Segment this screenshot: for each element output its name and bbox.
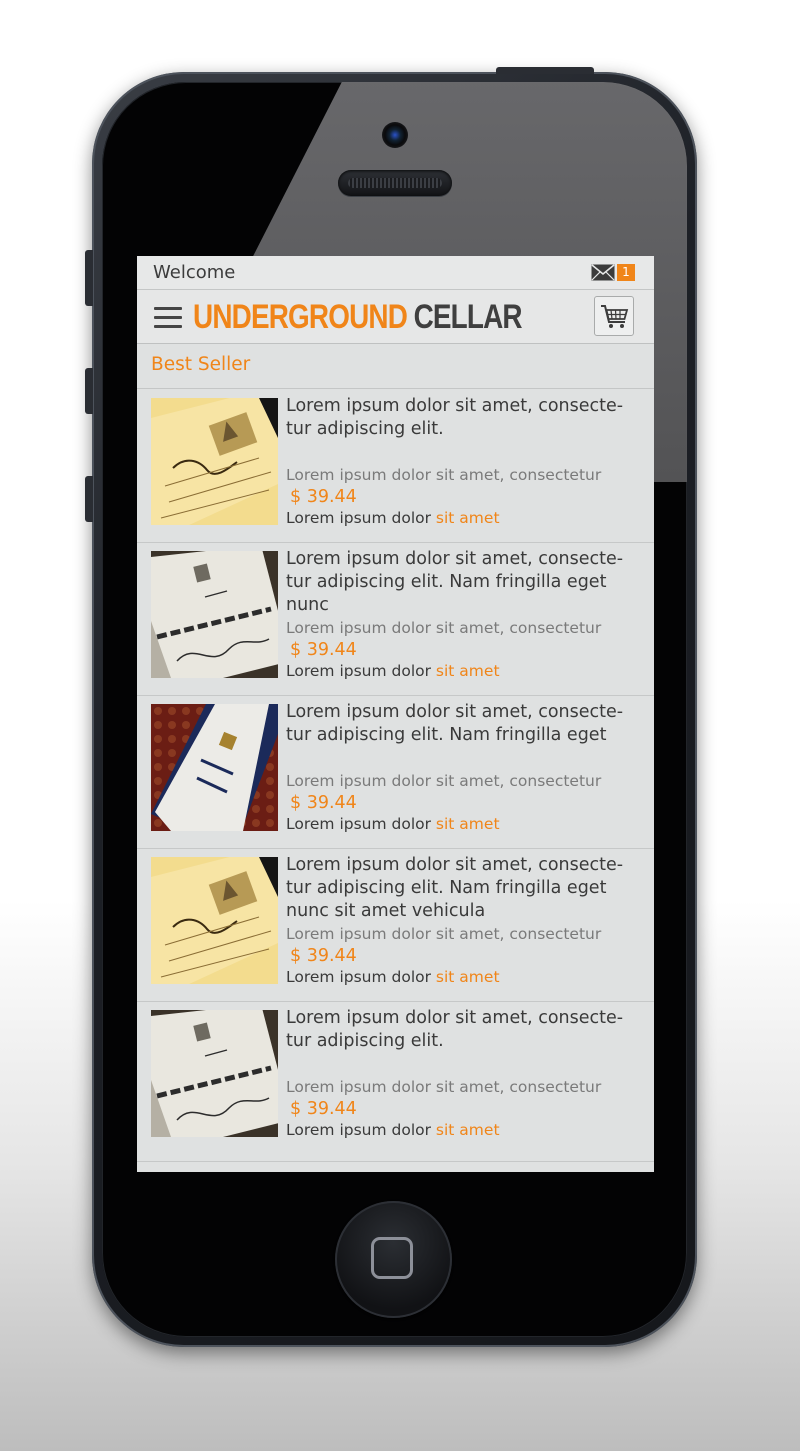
product-subtitle: Lorem ipsum dolor sit amet, consectetur [286,1078,602,1096]
product-meta: Lorem ipsum dolor sit amet [286,1121,500,1139]
product-title: Lorem ipsum dolor sit amet, consecte-tur… [286,1008,624,1051]
status-bar: Welcome 1 [137,256,654,290]
product-subtitle: Lorem ipsum dolor sit amet, consectetur [286,925,602,943]
home-button-icon [371,1237,413,1279]
earpiece-speaker [338,170,452,196]
welcome-text: Welcome [153,262,236,283]
product-price: $ 39.44 [290,487,357,507]
product-meta: Lorem ipsum dolor sit amet [286,968,500,986]
product-meta: Lorem ipsum dolor sit amet [286,509,500,527]
product-subtitle: Lorem ipsum dolor sit amet, consectetur [286,772,602,790]
mute-switch [85,250,93,306]
product-meta-text: Lorem ipsum dolor [286,509,436,527]
cart-button[interactable] [594,296,634,336]
product-thumbnail [151,551,278,678]
list-item[interactable]: Lorem ipsum dolor sit amet, consecte-tur… [137,849,654,1002]
power-button [496,67,594,74]
product-price: $ 39.44 [290,793,357,813]
unread-badge: 1 [617,264,635,281]
product-thumbnail [151,398,278,525]
product-meta-link[interactable]: sit amet [436,662,500,680]
product-meta-text: Lorem ipsum dolor [286,1121,436,1139]
product-title: Lorem ipsum dolor sit amet, consecte-tur… [286,396,624,439]
section-title: Best Seller [151,354,251,375]
section-header: Best Seller [137,344,654,389]
mail-icon[interactable] [591,264,615,281]
app-screen: Welcome 1 UNDERGROUND CELLAR Best Seller… [137,256,654,1172]
product-thumbnail [151,704,278,831]
product-meta-text: Lorem ipsum dolor [286,815,436,833]
volume-up-button [85,368,93,414]
product-title: Lorem ipsum dolor sit amet, consecte-tur… [286,549,624,615]
product-meta-link[interactable]: sit amet [436,815,500,833]
product-price: $ 39.44 [290,946,357,966]
brand-logo[interactable]: UNDERGROUND CELLAR [193,298,523,337]
volume-down-button [85,476,93,522]
product-meta: Lorem ipsum dolor sit amet [286,815,500,833]
brand-primary: UNDERGROUND [193,298,408,336]
product-meta-link[interactable]: sit amet [436,968,500,986]
hamburger-menu-icon[interactable] [154,307,182,329]
product-meta-link[interactable]: sit amet [436,1121,500,1139]
shopping-cart-icon [601,305,629,328]
list-item[interactable]: Lorem ipsum dolor sit amet, consecte-tur… [137,390,654,543]
list-item[interactable]: Lorem ipsum dolor sit amet, consecte-tur… [137,696,654,849]
product-title: Lorem ipsum dolor sit amet, consecte-tur… [286,702,624,745]
product-price: $ 39.44 [290,1099,357,1119]
product-thumbnail [151,857,278,984]
front-camera [382,122,408,148]
app-header: UNDERGROUND CELLAR [137,290,654,344]
brand-secondary: CELLAR [413,298,523,336]
product-meta: Lorem ipsum dolor sit amet [286,662,500,680]
product-list: Lorem ipsum dolor sit amet, consecte-tur… [137,390,654,1162]
list-item[interactable]: Lorem ipsum dolor sit amet, consecte-tur… [137,543,654,696]
product-meta-text: Lorem ipsum dolor [286,662,436,680]
product-meta-text: Lorem ipsum dolor [286,968,436,986]
list-item[interactable]: Lorem ipsum dolor sit amet, consecte-tur… [137,1002,654,1162]
product-title: Lorem ipsum dolor sit amet, consecte-tur… [286,855,624,921]
product-subtitle: Lorem ipsum dolor sit amet, consectetur [286,619,602,637]
product-subtitle: Lorem ipsum dolor sit amet, consectetur [286,466,602,484]
product-price: $ 39.44 [290,640,357,660]
product-meta-link[interactable]: sit amet [436,509,500,527]
product-thumbnail [151,1010,278,1137]
